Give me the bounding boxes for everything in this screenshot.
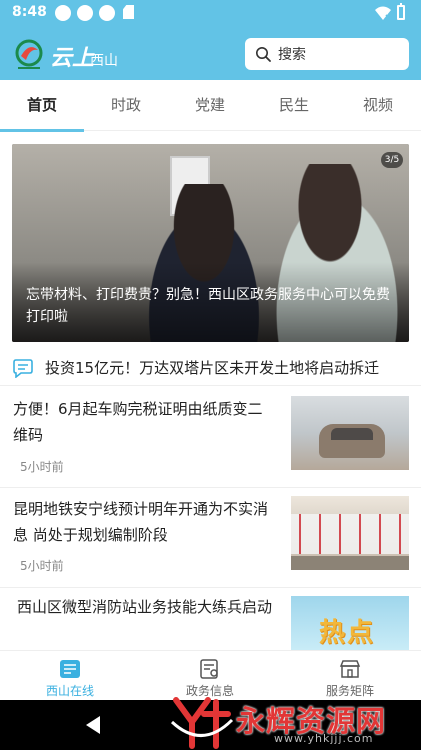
- tab-video[interactable]: 视频: [336, 80, 420, 131]
- bottom-tab-label: 西山在线: [45, 684, 94, 698]
- battery-icon: [397, 3, 405, 20]
- notification-dot-icon: [77, 5, 93, 21]
- app-screen: 8:48 云上西山 搜索 首页 时政 党建 民生 视频 3/5 忘带材料、打印费…: [0, 0, 421, 750]
- xishan-logo-icon: [15, 39, 43, 69]
- search-icon: [256, 47, 271, 62]
- watermark: 永辉资源网 www.yhkjjj.com: [170, 692, 421, 750]
- metro-train-image: [291, 514, 409, 554]
- service-store-icon: [339, 660, 361, 678]
- brand-primary: 云上: [50, 45, 95, 71]
- notification-dot-icon: [55, 5, 71, 21]
- back-icon[interactable]: [86, 716, 100, 734]
- news-title: 方便！6月起车购完税证明由纸质变二维码: [13, 400, 263, 444]
- tab-party-building[interactable]: 党建: [168, 80, 252, 131]
- news-list-item[interactable]: 西山区微型消防站业务技能大练兵启动 热点: [0, 588, 421, 650]
- tab-livelihood[interactable]: 民生: [252, 80, 336, 131]
- watermark-logo-icon: [170, 697, 234, 749]
- news-time: 5小时前: [20, 559, 64, 573]
- watermark-url: www.yhkjjj.com: [274, 732, 374, 745]
- notification-dot-icon: [99, 5, 115, 21]
- news-title: 西山区微型消防站业务技能大练兵启动: [17, 598, 273, 616]
- category-tabs: 首页 时政 党建 民生 视频: [0, 80, 421, 132]
- search-placeholder: 搜索: [278, 47, 306, 63]
- news-thumbnail: 热点: [291, 596, 409, 650]
- news-thumbnail: [291, 396, 409, 470]
- brand-secondary: 西山: [90, 53, 119, 69]
- tab-politics[interactable]: 时政: [84, 80, 168, 131]
- search-input[interactable]: 搜索: [245, 38, 409, 70]
- metro-platform-image: [291, 556, 409, 570]
- bottom-tab-xishan-online[interactable]: 西山在线: [0, 651, 140, 701]
- status-bar: 8:48: [0, 0, 421, 26]
- news-list-item[interactable]: 方便！6月起车购完税证明由纸质变二维码 5小时前: [0, 388, 421, 488]
- wifi-icon: [375, 6, 391, 20]
- gov-info-icon: [200, 659, 218, 679]
- hero-carousel[interactable]: 3/5 忘带材料、打印费贵？别急！西山区政务服务中心可以免费打印啦: [12, 144, 409, 342]
- news-title: 昆明地铁安宁线预计明年开通为不实消息 尚处于规划编制阶段: [13, 500, 269, 544]
- news-list-item[interactable]: 昆明地铁安宁线预计明年开通为不实消息 尚处于规划编制阶段 5小时前: [0, 488, 421, 588]
- news-icon: [60, 660, 80, 678]
- headline-text: 投资15亿元！万达双塔片区未开发土地将启动拆迁: [45, 359, 380, 377]
- carousel-counter: 3/5: [381, 152, 403, 168]
- sd-card-icon: [123, 5, 134, 19]
- headline-icon: [13, 359, 33, 378]
- news-thumbnail: [291, 496, 409, 570]
- tab-home[interactable]: 首页: [0, 80, 84, 132]
- brand-title: 云上西山: [50, 40, 119, 71]
- headline-ticker[interactable]: 投资15亿元！万达双塔片区未开发土地将启动拆迁: [0, 350, 421, 386]
- hero-caption: 忘带材料、打印费贵？别急！西山区政务服务中心可以免费打印啦: [26, 287, 390, 325]
- status-time: 8:48: [12, 4, 47, 20]
- car-image: [319, 424, 385, 458]
- app-header: 云上西山 搜索: [0, 26, 421, 80]
- hot-topic-badge: 热点: [319, 618, 376, 648]
- news-time: 5小时前: [20, 460, 64, 474]
